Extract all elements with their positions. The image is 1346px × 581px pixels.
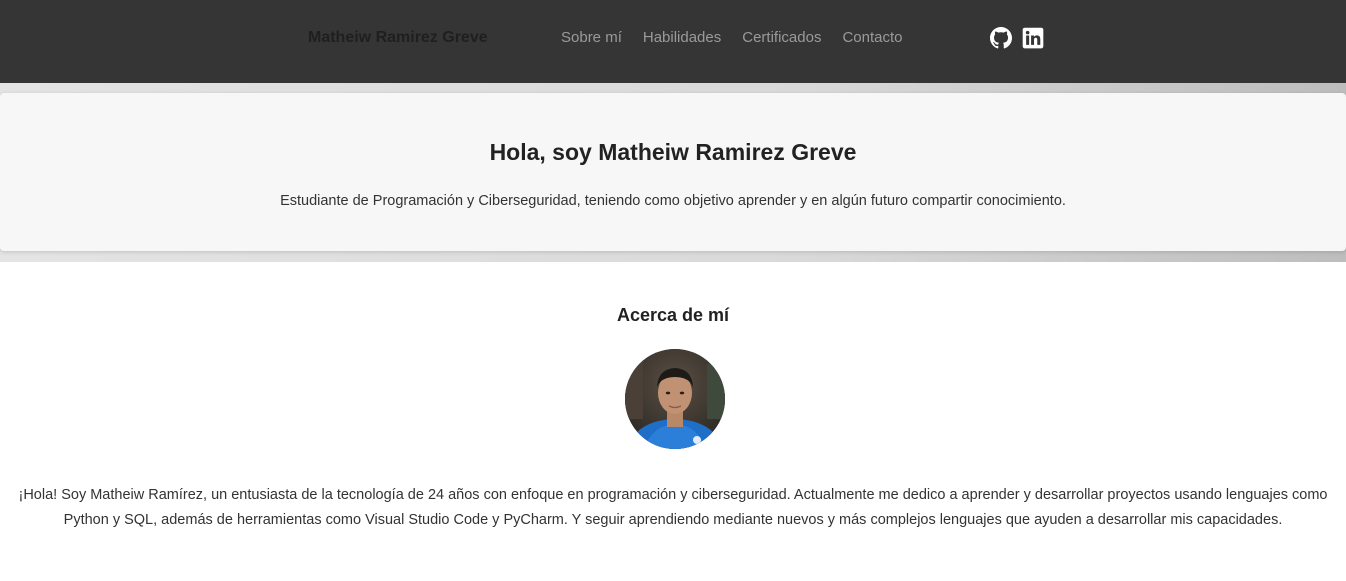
hero-subtitle: Estudiante de Programación y Ciberseguri… [280,193,1066,209]
nav-link-habilidades[interactable]: Habilidades [643,29,721,46]
top-navbar: Matheiw Ramirez Greve Sobre mí Habilidad… [0,0,1346,83]
nav-link-certificados[interactable]: Certificados [742,29,821,46]
github-icon[interactable] [990,27,1012,49]
nav-link-contacto[interactable]: Contacto [842,29,902,46]
nav-link-sobre-mi[interactable]: Sobre mí [561,29,622,46]
about-section: Acerca de mí ¡Hola! Soy Matheiw Ramírez,… [0,262,1346,581]
nav-menu: Sobre mí Habilidades Certificados Contac… [561,29,924,46]
hero-title: Hola, soy Matheiw Ramirez Greve [489,139,857,165]
about-title: Acerca de mí [616,305,730,325]
linkedin-icon[interactable] [1022,27,1044,49]
profile-photo [625,349,725,449]
about-description: ¡Hola! Soy Matheiw Ramírez, un entusiast… [18,487,1328,528]
social-links [990,27,1044,49]
brand-link[interactable]: Matheiw Ramirez Greve [308,29,488,47]
hero-card: Hola, soy Matheiw Ramirez Greve Estudian… [0,93,1346,251]
